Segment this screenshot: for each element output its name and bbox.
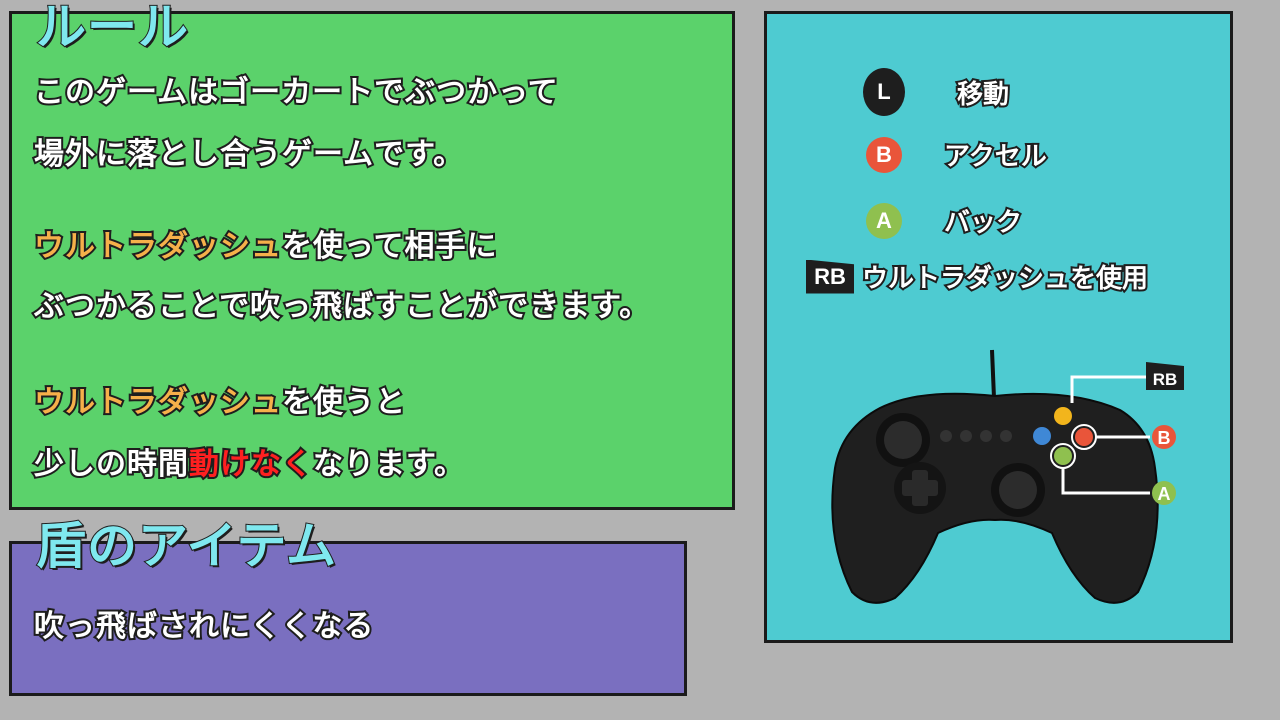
rules-line-3: ウルトラダッシュを使って相手に <box>32 229 498 264</box>
rules-line-5: ウルトラダッシュを使うと <box>32 385 407 420</box>
rules-line-6-post: なります。 <box>311 447 466 482</box>
control-row-back: A バック <box>866 202 1024 240</box>
b-callout-label: B <box>1158 428 1171 448</box>
shield-item-description: 吹っ飛ばされにくくなる <box>32 609 375 644</box>
rules-line-2: 場外に落とし合うゲームです。 <box>32 137 465 172</box>
rules-line-4: ぶつかることで吹っ飛ばすことができます。 <box>32 289 651 324</box>
a-callout-label: A <box>1158 484 1171 504</box>
gamepad-diagram: RB B A <box>820 348 1190 608</box>
control-label-accel: アクセル <box>942 140 1049 174</box>
rules-line-6-pre: 少しの時間 <box>32 447 190 482</box>
cannot-move-highlight: 動けなく <box>187 447 314 482</box>
rb-callout-label: RB <box>1153 370 1178 389</box>
rules-line-1: このゲームはゴーカートでぶつかって <box>32 75 560 110</box>
control-label-move: 移動 <box>955 78 1011 112</box>
rules-line-5-rest: を使うと <box>280 385 407 420</box>
a-button-icon: A <box>866 202 902 239</box>
gamepad-icon: RB B A <box>831 349 1184 604</box>
control-row-accel: B アクセル <box>866 136 1049 174</box>
control-row-ultra-dash: RB ウルトラダッシュを使用 <box>806 258 1150 296</box>
control-row-move: L 移動 <box>863 68 1011 116</box>
ultra-dash-highlight-2: ウルトラダッシュ <box>32 385 283 420</box>
l-stick-icon: L <box>863 68 905 116</box>
ultra-dash-highlight: ウルトラダッシュ <box>32 229 283 264</box>
rules-line-3-rest: を使って相手に <box>280 229 498 264</box>
rules-line-6: 少しの時間動けなくなります。 <box>32 447 466 482</box>
control-label-ultra-dash: ウルトラダッシュを使用 <box>860 262 1150 296</box>
shield-item-title: 盾のアイテム <box>35 517 337 575</box>
control-label-back: バック <box>942 206 1024 240</box>
rules-title: ルール <box>35 0 189 56</box>
b-button-icon: B <box>866 136 902 173</box>
rb-button-icon: RB <box>806 259 854 294</box>
